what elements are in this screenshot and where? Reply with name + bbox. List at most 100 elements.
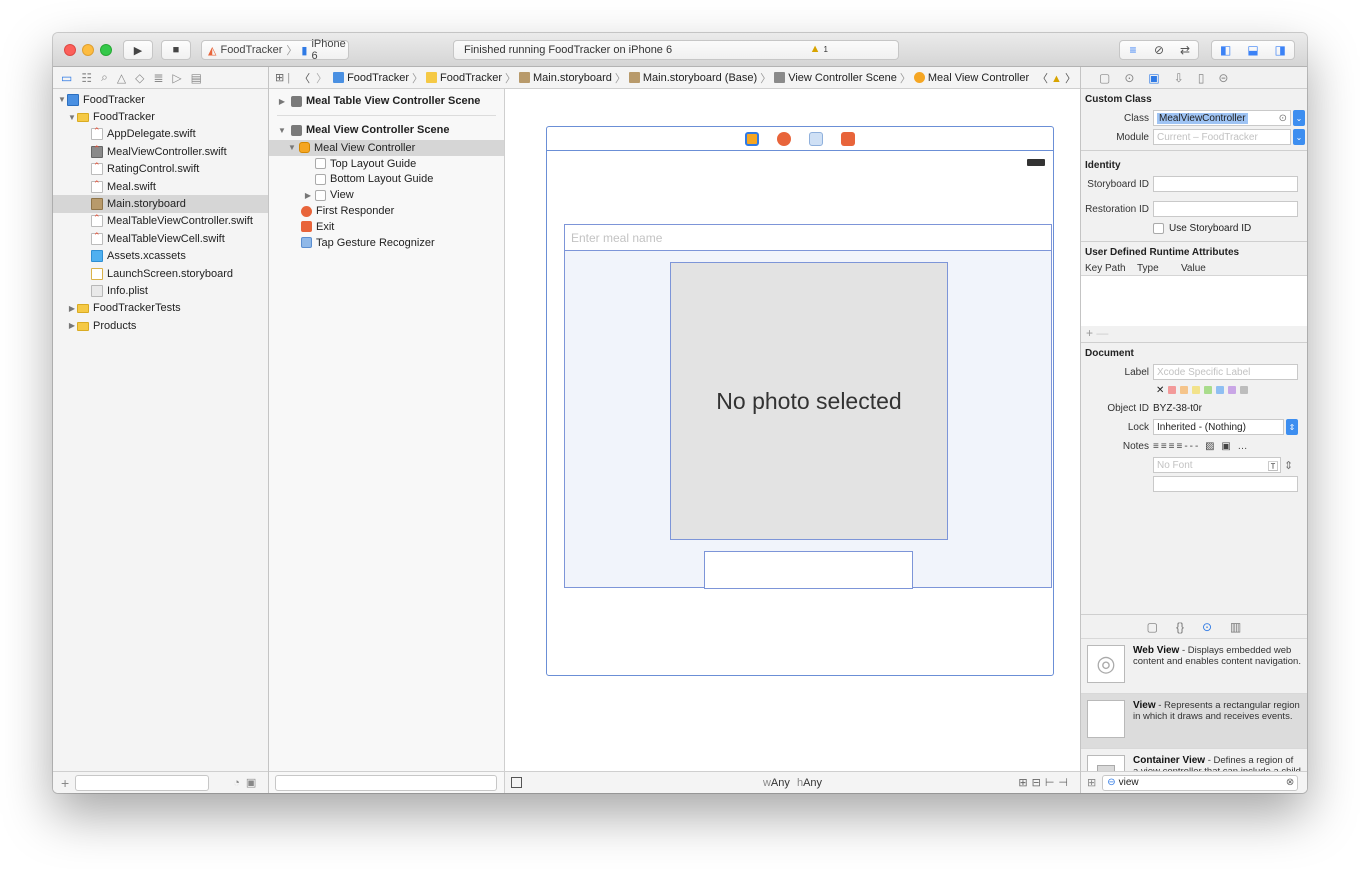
go-to-class-icon[interactable]: ⊙ <box>1279 113 1287 124</box>
view-controller-scene[interactable]: Enter meal name No photo selected <box>546 126 1054 676</box>
color-purple[interactable] <box>1228 386 1237 394</box>
disclosure-closed-icon[interactable]: ▶ <box>277 97 287 106</box>
tree-item-file-selected[interactable]: Main.storyboard <box>53 195 268 213</box>
issue-tab-icon[interactable]: △ <box>117 71 126 85</box>
report-tab-icon[interactable]: ▤ <box>191 71 202 85</box>
label-color-picker[interactable]: ✕ <box>1081 382 1307 398</box>
stack-view[interactable]: Enter meal name No photo selected <box>564 224 1052 589</box>
document-outline-toggle-icon[interactable] <box>511 777 522 788</box>
tree-item-group[interactable]: ▼ FoodTracker <box>53 108 268 125</box>
first-responder-icon[interactable] <box>777 131 791 146</box>
notes-text-field[interactable] <box>1153 476 1298 492</box>
font-stepper-icon[interactable]: ⇕ <box>1284 459 1293 472</box>
symbol-tab-icon[interactable]: ☷ <box>81 71 92 85</box>
stop-button[interactable]: ■ <box>161 40 191 60</box>
attributes-inspector-icon[interactable]: ⇩ <box>1174 71 1184 85</box>
version-editor-icon[interactable]: ⇄ <box>1172 41 1198 59</box>
connections-inspector-icon[interactable]: ⊝ <box>1218 71 1228 85</box>
navigator-toggle-icon[interactable]: ◧ <box>1212 41 1239 59</box>
udra-table[interactable] <box>1081 276 1307 326</box>
restoration-id-field[interactable] <box>1153 201 1298 217</box>
related-items-icon[interactable]: ⊞ <box>275 71 284 84</box>
outline-scene[interactable]: ▶ Meal Table View Controller Scene <box>269 91 504 111</box>
class-dropdown-button[interactable]: ⌄ <box>1293 110 1305 126</box>
size-class-control[interactable]: wAny hAny <box>763 777 822 789</box>
outline-item-selected[interactable]: ▼ Meal View Controller <box>269 140 504 156</box>
breakpoint-tab-icon[interactable]: ▷ <box>172 71 181 85</box>
disclosure-open-icon[interactable]: ▼ <box>287 143 297 152</box>
module-dropdown-button[interactable]: ⌄ <box>1293 129 1305 145</box>
outline-item[interactable]: ▶ View <box>269 187 504 203</box>
color-gray[interactable] <box>1240 386 1249 394</box>
lock-dropdown-button[interactable]: ⇕ <box>1286 419 1298 435</box>
warning-indicator[interactable]: ▲ 1 <box>810 43 828 55</box>
tap-gesture-icon[interactable] <box>809 131 823 146</box>
navigator-filter-input[interactable] <box>75 774 210 791</box>
use-storyboard-id-checkbox[interactable] <box>1153 222 1164 234</box>
outline-item[interactable]: First Responder <box>269 203 504 219</box>
tree-item-group[interactable]: ▶ Products <box>53 317 268 334</box>
tree-item-file[interactable]: Info.plist <box>53 282 268 299</box>
autolayout-tools[interactable]: ⊞⊟⊢⊣ <box>1018 776 1072 789</box>
resolve-icon[interactable]: ⊣ <box>1058 777 1072 789</box>
outline-item[interactable]: Top Layout Guide <box>269 156 504 172</box>
tree-item-project[interactable]: ▼ FoodTracker <box>53 91 268 108</box>
editor-mode-control[interactable]: ≡ ⊘ ⇄ <box>1119 40 1199 60</box>
notes-format-tools[interactable]: ≡≡≡≡--- ▨ ▣ … <box>1153 441 1250 452</box>
outline-filter-input[interactable] <box>275 774 497 791</box>
view-toggle-control[interactable]: ◧ ⬓ ◨ <box>1211 40 1295 60</box>
meal-name-field[interactable]: Enter meal name <box>565 225 1051 251</box>
color-orange[interactable] <box>1180 386 1189 394</box>
storyboard-canvas[interactable]: Enter meal name No photo selected wAny h… <box>505 89 1080 793</box>
tree-item-file[interactable]: MealTableViewCell.swift <box>53 230 268 247</box>
clear-search-icon[interactable]: ⊗ <box>1286 777 1294 788</box>
debug-tab-icon[interactable]: ≣ <box>153 71 163 85</box>
outline-item[interactable]: Tap Gesture Recognizer <box>269 235 504 251</box>
size-inspector-icon[interactable]: ▯ <box>1198 71 1205 85</box>
library-item-web-view[interactable]: ◎ Web View - Displays embedded web conte… <box>1081 638 1307 693</box>
library-search-input[interactable]: ⊖ view ⊗ <box>1102 774 1299 791</box>
tree-item-file[interactable]: MealViewController.swift <box>53 143 268 160</box>
breadcrumb-item[interactable]: Main.storyboard (Base) <box>643 72 757 84</box>
quick-help-icon[interactable]: ⊙ <box>1124 71 1134 85</box>
rating-control[interactable] <box>704 551 913 589</box>
stack-icon[interactable]: ⊞ <box>1018 777 1031 789</box>
run-button[interactable]: ▶ <box>123 40 153 60</box>
minimize-window-button[interactable] <box>82 44 94 56</box>
media-library-icon[interactable]: ▥ <box>1230 620 1241 634</box>
disclosure-open-icon[interactable]: ▼ <box>67 113 77 122</box>
file-inspector-icon[interactable]: ▢ <box>1099 71 1110 85</box>
udra-add-remove[interactable]: + — <box>1081 326 1307 342</box>
color-red[interactable] <box>1168 386 1177 394</box>
class-field[interactable]: MealViewController ⊙ <box>1153 110 1291 126</box>
tree-item-group[interactable]: ▶ FoodTrackerTests <box>53 300 268 317</box>
recent-files-icon[interactable]: ◔ <box>233 777 240 789</box>
clear-color-icon[interactable]: ✕ <box>1156 385 1164 396</box>
standard-editor-icon[interactable]: ≡ <box>1120 41 1146 59</box>
tree-item-file[interactable]: Assets.xcassets <box>53 248 268 265</box>
test-tab-icon[interactable]: ◇ <box>135 71 144 85</box>
outline-scene[interactable]: ▼ Meal View Controller Scene <box>269 120 504 140</box>
code-snippet-icon[interactable]: {} <box>1176 620 1184 634</box>
breadcrumb-item[interactable]: Main.storyboard <box>533 72 612 84</box>
back-icon[interactable]: 〈 <box>299 70 310 86</box>
disclosure-closed-icon[interactable]: ▶ <box>303 191 313 200</box>
disclosure-open-icon[interactable]: ▼ <box>277 126 287 135</box>
library-item-view[interactable]: View - Represents a rectangular region i… <box>1081 693 1307 748</box>
zoom-window-button[interactable] <box>100 44 112 56</box>
disclosure-closed-icon[interactable]: ▶ <box>67 304 77 313</box>
breadcrumb-item[interactable]: FoodTracker <box>347 72 409 84</box>
add-icon[interactable]: + <box>61 775 69 791</box>
photo-image-view[interactable]: No photo selected <box>670 262 948 540</box>
breadcrumb-item[interactable]: View Controller Scene <box>788 72 897 84</box>
grid-view-icon[interactable]: ⊞ <box>1087 776 1096 789</box>
debug-area-toggle-icon[interactable]: ⬓ <box>1239 41 1266 59</box>
scheme-selector[interactable]: ◭ FoodTracker 〉 ▮ iPhone 6 <box>201 38 349 62</box>
module-field[interactable]: Current – FoodTracker <box>1153 129 1291 145</box>
object-library-icon[interactable]: ⊙ <box>1202 620 1212 634</box>
color-yellow[interactable] <box>1192 386 1201 394</box>
exit-icon[interactable] <box>841 131 855 146</box>
disclosure-open-icon[interactable]: ▼ <box>57 95 67 104</box>
view-controller-icon[interactable] <box>745 131 759 146</box>
tree-item-file[interactable]: RatingControl.swift <box>53 161 268 178</box>
